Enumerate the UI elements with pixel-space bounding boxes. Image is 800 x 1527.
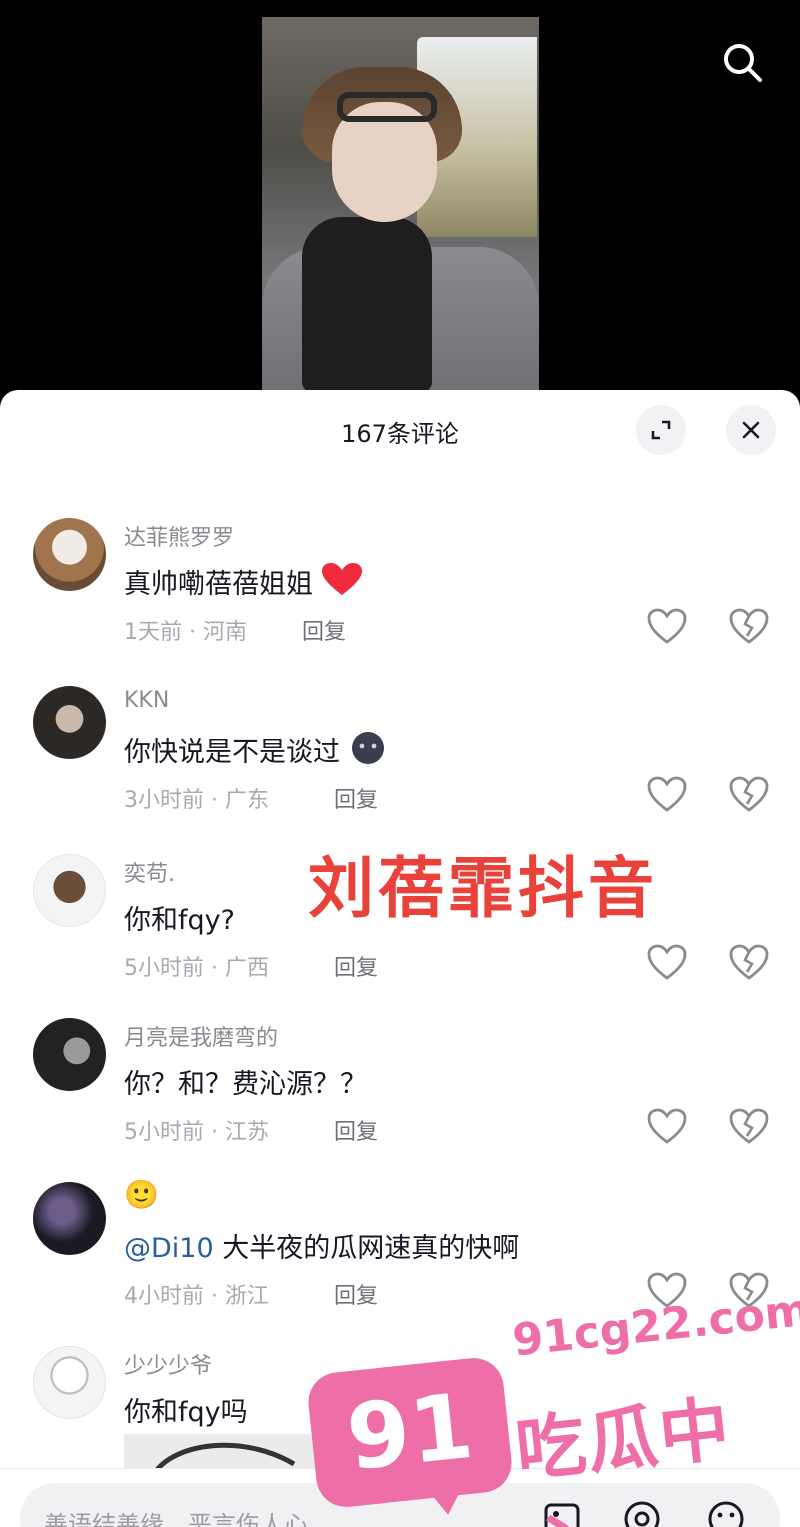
comment-time-location: 5小时前 · 江苏 <box>124 1120 269 1145</box>
broken-heart-icon[interactable] <box>728 1106 770 1148</box>
comment-text: 你和fqy吗 <box>124 1397 248 1428</box>
comment-time-location: 5小时前 · 广西 <box>124 956 269 981</box>
heart-icon[interactable] <box>646 1106 688 1148</box>
comment-item: 月亮是我磨弯的 你？和？费沁源？？ 5小时前 · 江苏 回复 <box>0 1018 800 1168</box>
reply-button[interactable]: 回复 <box>302 614 346 646</box>
search-icon <box>724 44 762 82</box>
comment-username[interactable]: 🙂 <box>124 1178 159 1211</box>
comment-text-body: 你快说是不是谈过 <box>124 737 340 768</box>
expand-icon <box>651 420 671 440</box>
reply-button[interactable]: 回复 <box>334 782 378 814</box>
comment-text: @Di10 大半夜的瓜网速真的快啊 <box>124 1226 519 1265</box>
comment-username[interactable]: KKN <box>124 688 169 713</box>
comment-username[interactable]: 达菲熊罗罗 <box>124 520 234 552</box>
comment-time-location: 3小时前 · 广东 <box>124 788 269 813</box>
avatar[interactable] <box>33 686 106 759</box>
comment-item: KKN 你快说是不是谈过 3小时前 · 广东 回复 <box>0 686 800 836</box>
video-area[interactable] <box>0 0 800 400</box>
comment-text: 真帅嘞蓓蓓姐姐 <box>124 562 362 601</box>
comment-item: 达菲熊罗罗 真帅嘞蓓蓓姐姐 1天前 · 河南 回复 <box>0 518 800 668</box>
sunglasses <box>337 92 437 122</box>
comment-username[interactable]: 少少少爷 <box>124 1348 212 1380</box>
comment-text-body: 真帅嘞蓓蓓姐姐 <box>124 569 313 600</box>
reply-button[interactable]: 回复 <box>334 1114 378 1146</box>
video-frame[interactable] <box>262 17 539 392</box>
comment-text: 你？和？费沁源？？ <box>124 1069 367 1100</box>
broken-heart-icon[interactable] <box>728 774 770 816</box>
sheet-header: 167条评论 <box>0 390 800 475</box>
comment-text: 你快说是不是谈过 <box>124 730 387 769</box>
reply-button[interactable]: 回复 <box>334 1278 378 1310</box>
heart-icon[interactable] <box>646 606 688 648</box>
dark-face-emoji <box>351 732 384 764</box>
heart-icon[interactable] <box>646 774 688 816</box>
watermark-badge: 91 <box>305 1355 515 1510</box>
comment-text: 你和fqy? <box>124 905 235 936</box>
close-button[interactable] <box>726 405 776 455</box>
scarf <box>302 217 432 392</box>
overlay-caption: 刘蓓霏抖音 <box>308 850 658 927</box>
avatar[interactable] <box>33 1346 106 1419</box>
comment-username[interactable]: 月亮是我磨弯的 <box>124 1020 278 1052</box>
comment-time-location: 4小时前 · 浙江 <box>124 1284 269 1309</box>
watermark-name: 吃瓜中心 <box>511 1387 736 1527</box>
broken-heart-icon[interactable] <box>728 606 770 648</box>
broken-heart-icon[interactable] <box>728 942 770 984</box>
search-button[interactable] <box>718 38 766 86</box>
red-heart-emoji <box>321 563 362 595</box>
close-icon <box>742 421 760 439</box>
avatar[interactable] <box>33 1182 106 1255</box>
mention-link[interactable]: @Di10 <box>124 1233 214 1264</box>
heart-icon[interactable] <box>646 942 688 984</box>
watermark-badge-tail <box>418 1472 474 1518</box>
comment-text-body: 大半夜的瓜网速真的快啊 <box>213 1233 520 1264</box>
avatar[interactable] <box>33 854 106 927</box>
avatar[interactable] <box>33 1018 106 1091</box>
expand-button[interactable] <box>636 405 686 455</box>
avatar[interactable] <box>33 518 106 591</box>
reply-button[interactable]: 回复 <box>334 950 378 982</box>
comment-time-location: 1天前 · 河南 <box>124 620 247 645</box>
comment-username[interactable]: 奕苟. <box>124 856 175 888</box>
